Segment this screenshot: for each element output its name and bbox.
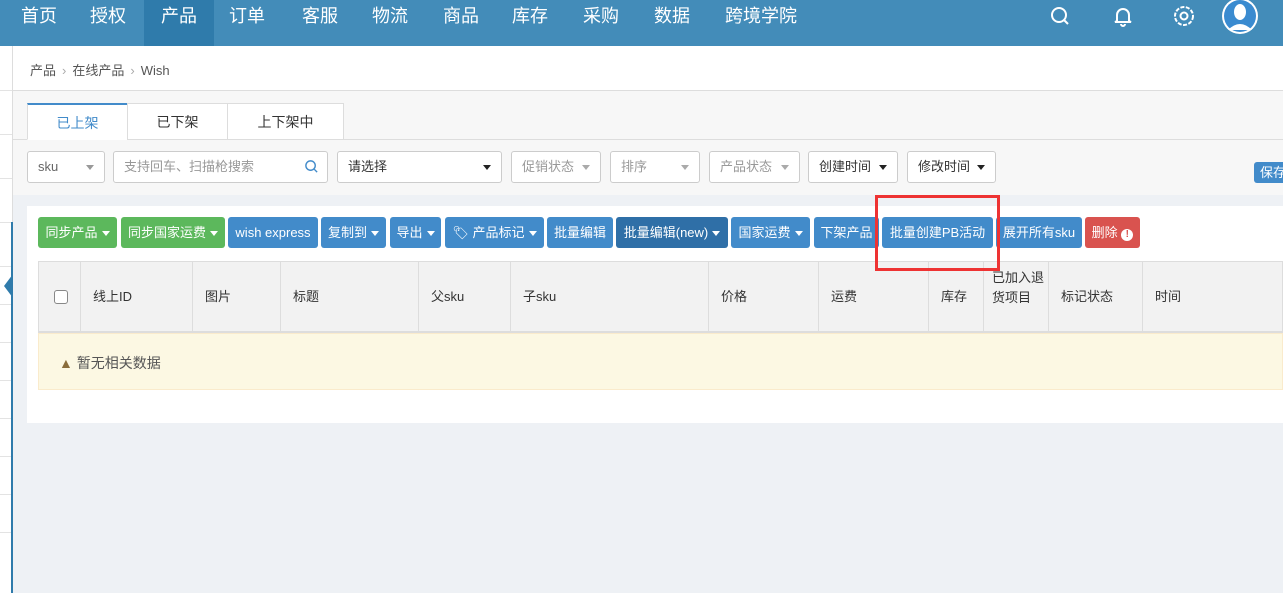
tag-icon: 🏷︎ [452, 225, 473, 240]
nav-orders[interactable]: 订单 [218, 0, 276, 46]
warning-icon: ▲ [59, 355, 73, 371]
search-input[interactable]: 支持回车、扫描枪搜索 [113, 151, 328, 183]
highlight-box [875, 195, 1000, 271]
product-tag-button[interactable]: 🏷︎ 产品标记 [445, 217, 544, 248]
col-parent-sku: 父sku [418, 262, 510, 332]
bulk-edit-new-button[interactable]: 批量编辑(new) [616, 217, 728, 248]
nav-inventory[interactable]: 库存 [500, 0, 560, 46]
col-child-sku: 子sku [510, 262, 708, 332]
nav-logistics[interactable]: 物流 [360, 0, 420, 46]
gear-icon[interactable] [1172, 4, 1196, 28]
delete-button[interactable]: 删除 ! [1085, 217, 1140, 248]
save-button[interactable]: 保存 [1254, 162, 1283, 183]
created-time-sort[interactable]: 创建时间 [808, 151, 898, 183]
modified-time-sort[interactable]: 修改时间 [907, 151, 996, 183]
tab-in-progress[interactable]: 上下架中 [227, 103, 344, 140]
avatar[interactable] [1218, 0, 1258, 36]
col-tag-status: 标记状态 [1048, 262, 1142, 332]
col-time: 时间 [1142, 262, 1283, 332]
promo-status-select[interactable]: 促销状态 [511, 151, 601, 183]
empty-state: ▲ 暂无相关数据 [38, 333, 1283, 390]
bulk-edit-button[interactable]: 批量编辑 [547, 217, 613, 248]
sync-shipping-button[interactable]: 同步国家运费 [121, 217, 225, 248]
country-shipping-button[interactable]: 国家运费 [731, 217, 810, 248]
bell-icon[interactable] [1111, 4, 1135, 28]
wish-express-button[interactable]: wish express [228, 217, 318, 248]
sync-products-button[interactable]: 同步产品 [38, 217, 117, 248]
col-image: 图片 [192, 262, 280, 332]
tab-listed[interactable]: 已上架 [27, 103, 128, 140]
nav-purchase[interactable]: 采购 [570, 0, 632, 46]
col-online-id: 线上ID [80, 262, 192, 332]
col-shipping: 运费 [818, 262, 928, 332]
breadcrumb-online[interactable]: 在线产品 [72, 63, 124, 78]
category-select[interactable]: 请选择 [337, 151, 502, 183]
nav-home[interactable]: 首页 [8, 0, 70, 46]
delist-button[interactable]: 下架产品 [814, 217, 879, 248]
search-icon[interactable] [304, 159, 319, 174]
tab-delisted[interactable]: 已下架 [127, 103, 228, 140]
col-price: 价格 [708, 262, 818, 332]
nav-auth[interactable]: 授权 [76, 0, 140, 46]
nav-data[interactable]: 数据 [642, 0, 702, 46]
breadcrumb: 产品 › 在线产品 › Wish [13, 46, 1283, 91]
breadcrumb-wish: Wish [140, 63, 170, 78]
export-button[interactable]: 导出 [390, 217, 441, 248]
select-all-checkbox[interactable] [54, 290, 68, 304]
nav-product[interactable]: 产品 [144, 0, 214, 46]
breadcrumb-product[interactable]: 产品 [30, 63, 56, 78]
search-field-select[interactable]: sku [27, 151, 105, 183]
product-status-select[interactable]: 产品状态 [709, 151, 800, 183]
sort-select[interactable]: 排序 [610, 151, 700, 183]
nav-goods[interactable]: 商品 [430, 0, 492, 46]
table-header: 线上ID 图片 标题 父sku 子sku 价格 运费 库存 已加入退货项目 标记… [38, 261, 1283, 333]
nav-academy[interactable]: 跨境学院 [716, 0, 806, 46]
col-title: 标题 [280, 262, 418, 332]
nav-service[interactable]: 客服 [290, 0, 350, 46]
alert-icon: ! [1121, 229, 1134, 241]
col-stock: 库存 [928, 262, 983, 332]
collapse-sidebar-icon[interactable] [4, 274, 13, 298]
expand-all-sku-button[interactable]: 展开所有sku [996, 217, 1082, 248]
search-icon[interactable] [1048, 4, 1072, 28]
copy-to-button[interactable]: 复制到 [321, 217, 386, 248]
top-nav: 首页 授权 产品 订单 客服 物流 商品 库存 采购 数据 跨境学院 [0, 0, 1283, 46]
col-return-added: 已加入退货项目 [983, 262, 1048, 332]
